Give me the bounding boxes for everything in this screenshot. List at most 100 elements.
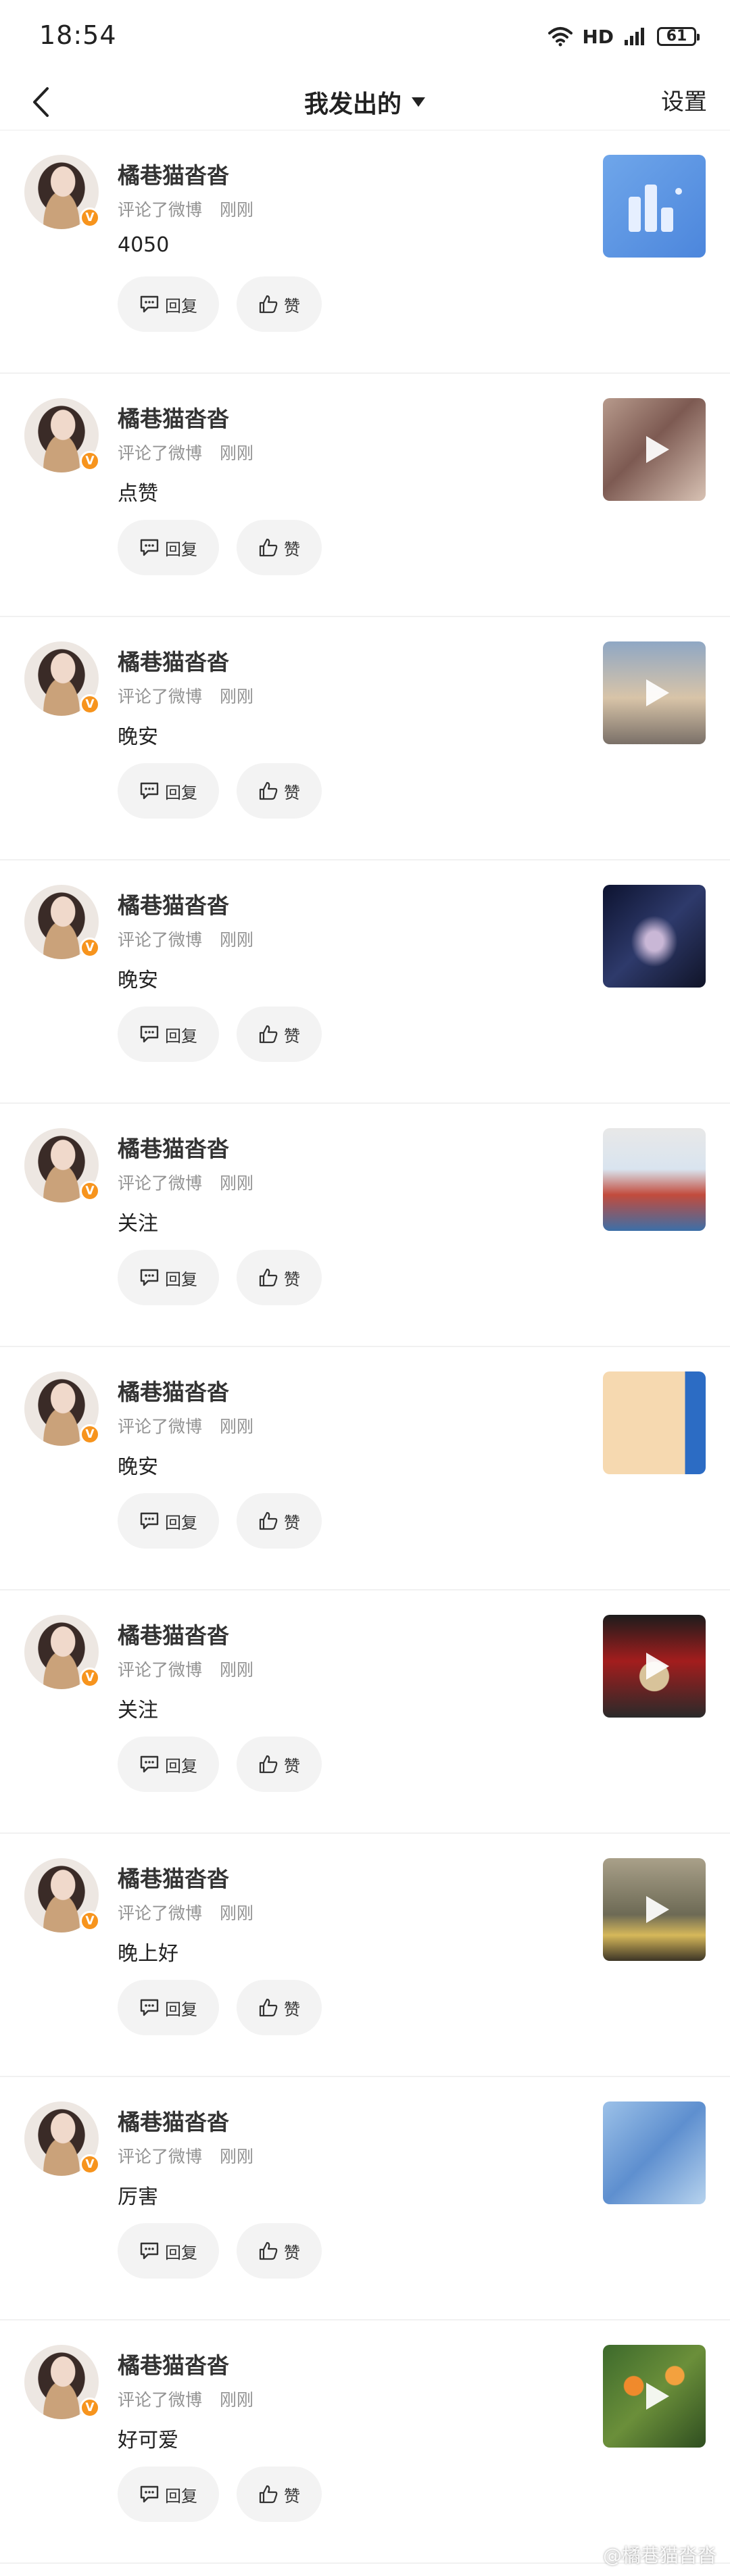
thumbs-up-icon [259,2241,278,2260]
like-button[interactable]: 赞 [237,1250,322,1305]
comment-icon [140,1512,159,1530]
like-button[interactable]: 赞 [237,1493,322,1549]
like-button[interactable]: 赞 [237,1006,322,1062]
reply-button[interactable]: 回复 [118,1980,219,2035]
reply-button[interactable]: 回复 [118,520,219,575]
post-thumbnail[interactable] [603,1371,706,1474]
verified-badge-icon: V [80,208,100,228]
like-button[interactable]: 赞 [237,1736,322,1792]
list-item: V 橘巷猫沓沓 评论了微博 刚刚 晚安 回复 赞 [0,617,730,860]
username[interactable]: 橘巷猫沓沓 [118,1861,229,1893]
meta-line: 评论了微博 刚刚 [118,683,253,708]
avatar[interactable]: V [24,2345,100,2419]
timestamp: 刚刚 [220,2390,254,2410]
post-thumbnail[interactable] [603,641,706,744]
timestamp: 刚刚 [220,1173,254,1193]
list-item: V 橘巷猫沓沓 评论了微博 刚刚 关注 回复 赞 [0,1590,730,1834]
username[interactable]: 橘巷猫沓沓 [118,1131,229,1163]
avatar[interactable]: V [24,1615,100,1689]
username[interactable]: 橘巷猫沓沓 [118,2348,229,2380]
username[interactable]: 橘巷猫沓沓 [118,1618,229,1650]
avatar[interactable]: V [24,1858,100,1933]
avatar[interactable]: V [24,1128,100,1202]
meta-line: 评论了微博 刚刚 [118,927,253,951]
avatar[interactable]: V [24,641,100,716]
comment-icon [140,1025,159,1043]
like-button[interactable]: 赞 [237,276,322,332]
avatar[interactable]: V [24,155,100,229]
comment-text: 厉害 [118,2185,158,2209]
like-label: 赞 [284,1026,300,1046]
reply-button[interactable]: 回复 [118,1250,219,1305]
meta-line: 评论了微博 刚刚 [118,2143,253,2168]
avatar[interactable]: V [24,398,100,472]
username[interactable]: 橘巷猫沓沓 [118,888,229,920]
like-button[interactable]: 赞 [237,763,322,819]
reply-button[interactable]: 回复 [118,1493,219,1549]
play-icon [646,436,669,463]
comment-feed: V 橘巷猫沓沓 评论了微博 刚刚 4050 回复 赞 V 橘巷猫沓沓 评论了微博… [0,130,730,2564]
like-button[interactable]: 赞 [237,520,322,575]
comment-text: 4050 [118,233,170,257]
like-button[interactable]: 赞 [237,1980,322,2035]
username[interactable]: 橘巷猫沓沓 [118,1374,229,1407]
reply-button[interactable]: 回复 [118,1736,219,1792]
post-thumbnail[interactable] [603,155,706,258]
thumbs-up-icon [259,1025,278,1044]
list-item: V 橘巷猫沓沓 评论了微博 刚刚 4050 回复 赞 [0,130,730,374]
avatar[interactable]: V [24,1371,100,1446]
signal-icon [625,28,644,45]
thumbs-up-icon [259,1755,278,1774]
list-item: V 橘巷猫沓沓 评论了微博 刚刚 关注 回复 赞 [0,1104,730,1347]
reply-label: 回复 [165,1513,197,1532]
action-bar: 回复 赞 [118,763,322,819]
post-thumbnail[interactable] [603,2345,706,2448]
title-dropdown[interactable]: 我发出的 [0,74,730,130]
list-item: V 橘巷猫沓沓 评论了微博 刚刚 晚安 回复 赞 [0,1347,730,1590]
post-thumbnail[interactable] [603,885,706,988]
username[interactable]: 橘巷猫沓沓 [118,401,229,433]
action-text: 评论了微博 [118,200,203,220]
timestamp: 刚刚 [220,443,254,463]
comment-icon [140,782,159,800]
reply-label: 回复 [165,539,197,559]
caret-down-icon [412,97,425,107]
timestamp: 刚刚 [220,1903,254,1923]
post-thumbnail[interactable] [603,1615,706,1718]
avatar[interactable]: V [24,2101,100,2176]
like-label: 赞 [284,2243,300,2262]
meta-line: 评论了微博 刚刚 [118,1900,253,1924]
post-thumbnail[interactable] [603,2101,706,2204]
username[interactable]: 橘巷猫沓沓 [118,157,229,190]
action-text: 评论了微博 [118,1660,203,1680]
reply-button[interactable]: 回复 [118,763,219,819]
action-text: 评论了微博 [118,2147,203,2166]
action-text: 评论了微博 [118,1903,203,1923]
like-button[interactable]: 赞 [237,2223,322,2279]
reply-button[interactable]: 回复 [118,1006,219,1062]
username[interactable]: 橘巷猫沓沓 [118,2104,229,2137]
battery-icon: 61 [657,27,700,46]
comment-icon [140,1999,159,2016]
page-title: 我发出的 [303,91,402,118]
play-icon [646,1653,669,1680]
like-button[interactable]: 赞 [237,2466,322,2522]
like-label: 赞 [284,1513,300,1532]
post-thumbnail[interactable] [603,1858,706,1961]
status-icons: HD 61 [548,22,700,51]
like-label: 赞 [284,1269,300,1289]
avatar[interactable]: V [24,885,100,959]
reply-button[interactable]: 回复 [118,2223,219,2279]
reply-button[interactable]: 回复 [118,2466,219,2522]
comment-icon [140,2242,159,2260]
verified-badge-icon: V [80,694,100,714]
post-thumbnail[interactable] [603,1128,706,1231]
username[interactable]: 橘巷猫沓沓 [118,644,229,677]
reply-button[interactable]: 回复 [118,276,219,332]
post-thumbnail[interactable] [603,398,706,501]
action-text: 评论了微博 [118,1417,203,1436]
comment-text: 关注 [118,1212,158,1236]
status-time: 18:54 [39,20,117,50]
play-icon [646,1896,669,1923]
settings-button[interactable]: 设置 [661,74,707,130]
